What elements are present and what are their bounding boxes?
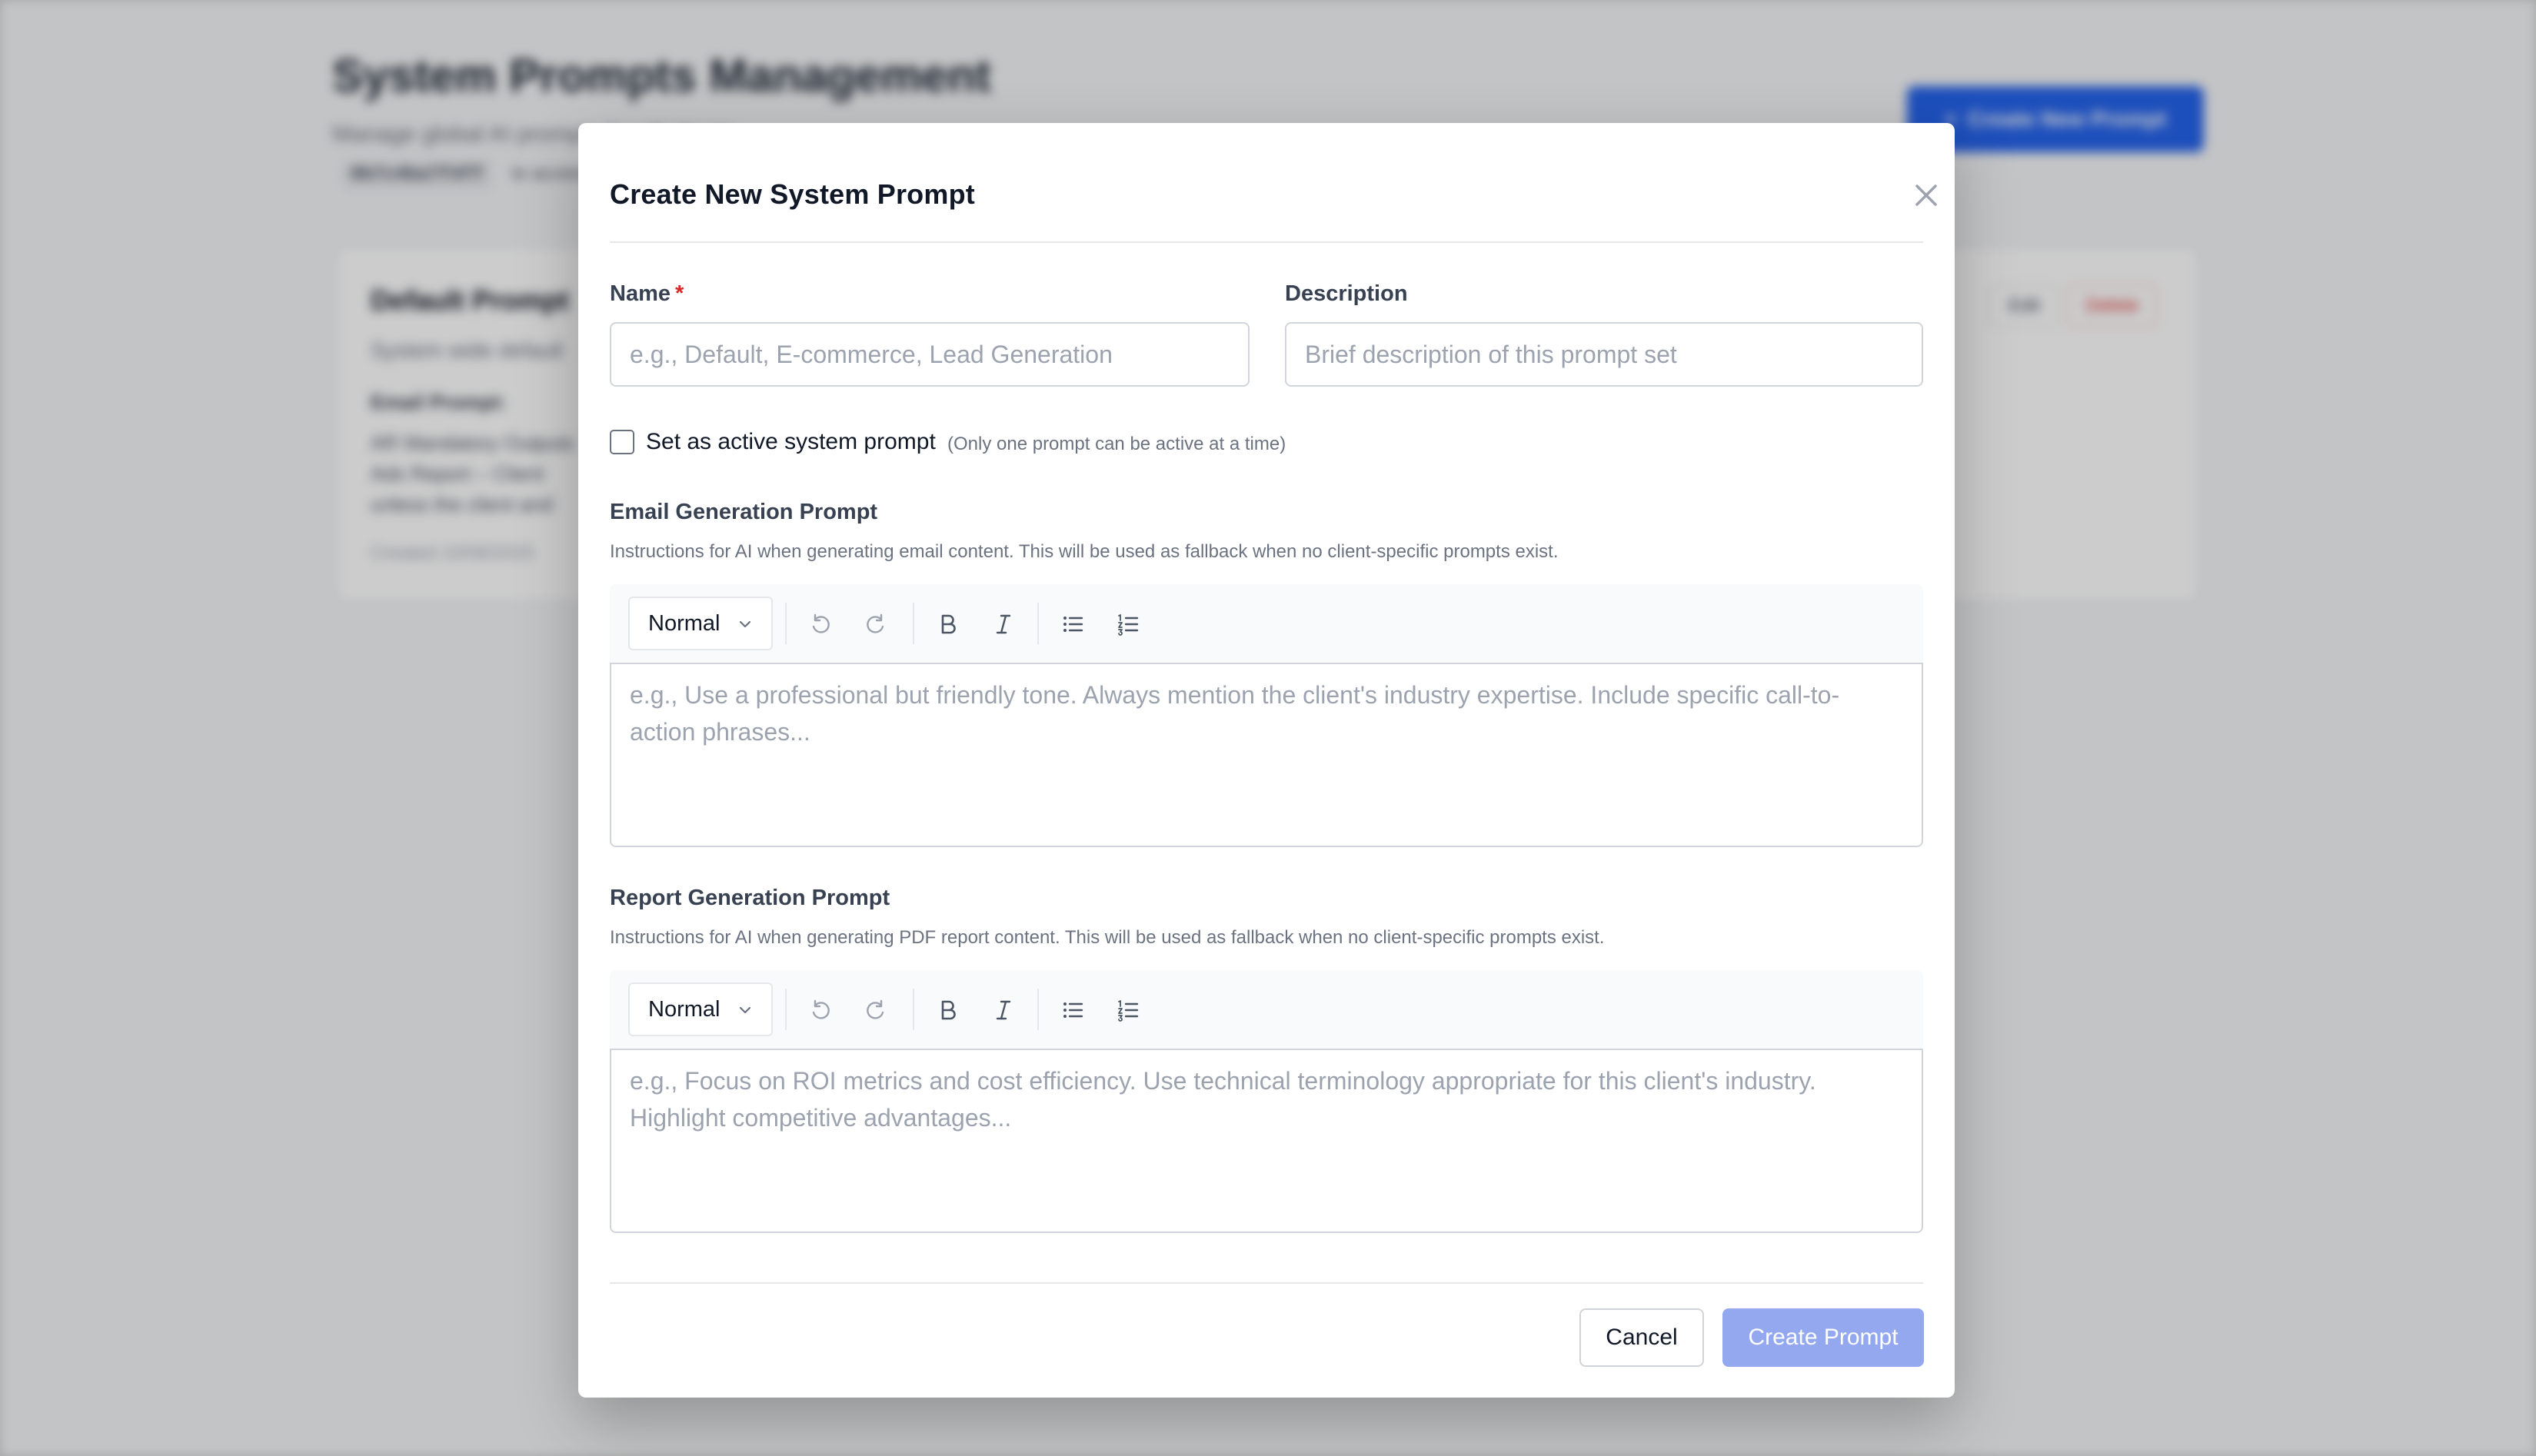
close-icon	[1915, 184, 1937, 206]
modal-footer-divider	[610, 1282, 1923, 1284]
email-prompt-editor[interactable]: e.g., Use a professional but friendly to…	[610, 663, 1923, 847]
email-prompt-title: Email Generation Prompt	[610, 500, 878, 524]
toolbar-divider	[1037, 603, 1039, 644]
report-prompt-editor[interactable]: e.g., Focus on ROI metrics and cost effi…	[610, 1049, 1923, 1233]
redo-button[interactable]	[857, 606, 894, 643]
numbered-list-button[interactable]	[1110, 992, 1147, 1029]
toolbar-divider	[913, 603, 914, 644]
numbered-list-icon	[1118, 1000, 1139, 1022]
toolbar-divider	[785, 603, 787, 644]
toolbar-divider	[913, 989, 914, 1030]
create-prompt-button[interactable]: Create Prompt	[1722, 1308, 1924, 1367]
report-prompt-title: Report Generation Prompt	[610, 886, 890, 910]
bold-icon	[941, 614, 956, 634]
name-label: Name *	[610, 281, 684, 307]
modal-header: Create New System Prompt	[610, 123, 1937, 243]
report-prompt-help: Instructions for AI when generating PDF …	[610, 927, 1605, 948]
email-prompt-help: Instructions for AI when generating emai…	[610, 541, 1559, 562]
bold-icon	[941, 1000, 956, 1020]
bullet-list-icon	[1063, 1002, 1083, 1018]
email-format-select[interactable]: Normal	[628, 597, 773, 650]
bold-button[interactable]	[930, 992, 967, 1029]
description-label: Description	[1285, 281, 1408, 306]
required-mark: *	[675, 281, 684, 306]
numbered-list-button[interactable]	[1110, 606, 1147, 643]
redo-icon	[867, 999, 884, 1019]
chevron-down-icon	[739, 1006, 751, 1014]
italic-button[interactable]	[985, 992, 1022, 1029]
italic-icon	[996, 1000, 1011, 1020]
close-button[interactable]	[1911, 180, 1942, 211]
toolbar-divider	[785, 989, 787, 1030]
bullet-list-button[interactable]	[1054, 606, 1091, 643]
toolbar-divider	[1037, 989, 1039, 1030]
cancel-button[interactable]: Cancel	[1579, 1308, 1704, 1367]
italic-icon	[996, 614, 1011, 634]
active-checkbox-label[interactable]: Set as active system prompt	[646, 429, 936, 455]
numbered-list-icon	[1118, 614, 1139, 636]
email-editor-toolbar: Normal	[610, 584, 1923, 664]
redo-button[interactable]	[857, 992, 894, 1029]
undo-button[interactable]	[802, 992, 839, 1029]
redo-icon	[867, 613, 884, 633]
active-checkbox-hint: (Only one prompt can be active at a time…	[947, 434, 1286, 454]
create-prompt-modal: Create New System Prompt Name* Descripti…	[578, 123, 1955, 1398]
chevron-down-icon	[739, 620, 751, 628]
bold-button[interactable]	[930, 606, 967, 643]
report-format-value: Normal	[648, 996, 721, 1022]
name-label-text: Name	[610, 281, 671, 306]
report-format-select[interactable]: Normal	[628, 982, 773, 1036]
modal-title: Create New System Prompt	[610, 178, 975, 210]
undo-icon	[812, 613, 830, 633]
bullet-list-button[interactable]	[1054, 992, 1091, 1029]
name-input[interactable]	[610, 322, 1250, 387]
active-checkbox[interactable]	[610, 430, 634, 454]
description-input[interactable]	[1285, 322, 1923, 387]
undo-icon	[812, 999, 830, 1019]
report-editor-toolbar: Normal	[610, 970, 1923, 1050]
undo-button[interactable]	[802, 606, 839, 643]
italic-button[interactable]	[985, 606, 1022, 643]
email-format-value: Normal	[648, 610, 721, 636]
bullet-list-icon	[1063, 617, 1083, 632]
